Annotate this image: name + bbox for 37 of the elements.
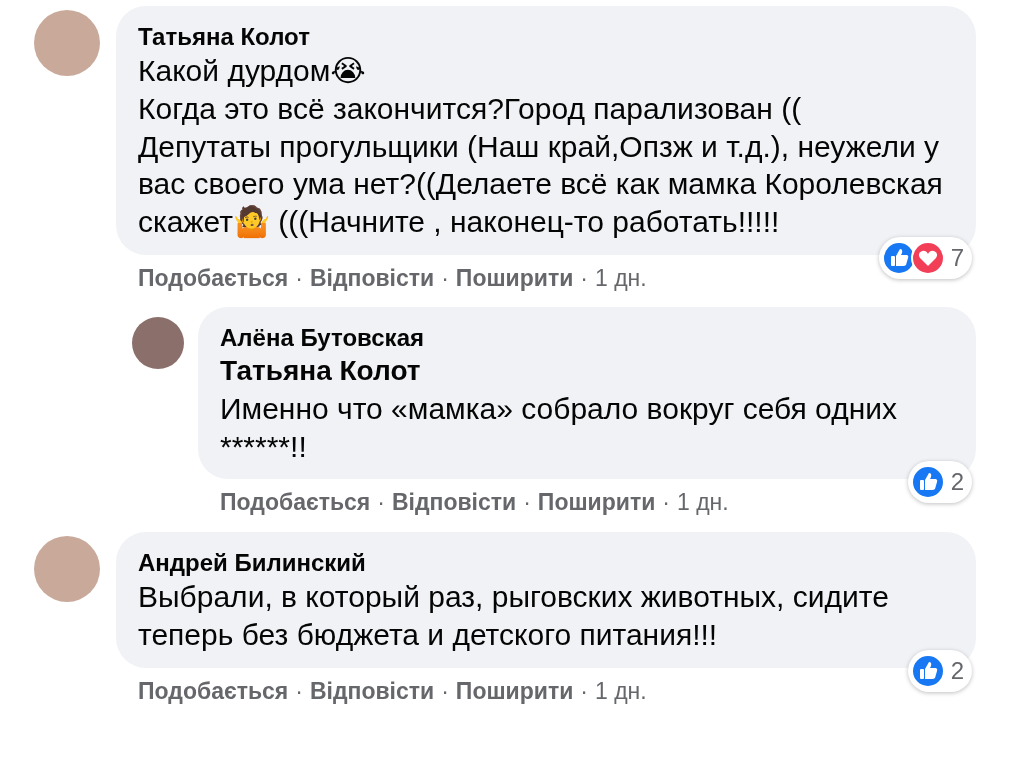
mention-link[interactable]: Татьяна Колот bbox=[220, 353, 946, 390]
timestamp[interactable]: 1 дн. bbox=[677, 485, 729, 520]
action-link[interactable]: Відповісти bbox=[391, 485, 517, 520]
avatar bbox=[132, 317, 184, 370]
reaction-count: 2 bbox=[950, 655, 964, 686]
thumbs-up-icon bbox=[881, 241, 916, 275]
separator-dot: · bbox=[580, 676, 588, 706]
action-link[interactable]: Поширити bbox=[537, 485, 656, 520]
action-link[interactable]: Поширити bbox=[455, 261, 574, 296]
separator-dot: · bbox=[377, 488, 385, 518]
separator-dot: · bbox=[441, 264, 449, 293]
action-link[interactable]: Подобається bbox=[138, 261, 289, 296]
separator-dot: · bbox=[662, 488, 670, 518]
comment-text: Выбрали, в который раз, рыговских животных, сидите теперь без бюджета и детского питания!!! bbox=[138, 578, 890, 653]
action-link[interactable]: Подобається bbox=[138, 673, 289, 709]
separator-dot: · bbox=[523, 488, 531, 518]
reaction-count: 7 bbox=[950, 243, 964, 273]
separator-dot: · bbox=[295, 676, 303, 706]
thumbs-up-icon bbox=[910, 653, 945, 688]
action-link[interactable]: Подобається bbox=[220, 485, 371, 520]
separator-dot: · bbox=[295, 264, 303, 293]
timestamp[interactable]: 1 дн. bbox=[595, 673, 647, 709]
comment-author[interactable]: Андрей Билинский bbox=[138, 547, 946, 578]
comment-text: Именно что «мамка» собрало вокруг себя одних ******!! bbox=[220, 390, 898, 465]
action-link[interactable]: Поширити bbox=[455, 673, 574, 709]
comment-author[interactable]: Алёна Бутовская bbox=[220, 323, 946, 354]
separator-dot: · bbox=[580, 264, 588, 293]
comment-author[interactable]: Татьяна Колот bbox=[138, 22, 946, 52]
thumbs-up-icon bbox=[910, 465, 945, 500]
action-link[interactable]: Відповісти bbox=[309, 261, 435, 296]
reactions-badge[interactable]: 2 bbox=[907, 461, 972, 504]
reactions-badge[interactable]: 2 bbox=[907, 649, 972, 692]
timestamp[interactable]: 1 дн. bbox=[595, 261, 647, 296]
reactions-badge[interactable]: 7 bbox=[878, 237, 972, 279]
separator-dot: · bbox=[441, 676, 449, 706]
action-link[interactable]: Відповісти bbox=[309, 673, 435, 709]
reaction-count: 2 bbox=[950, 467, 964, 498]
